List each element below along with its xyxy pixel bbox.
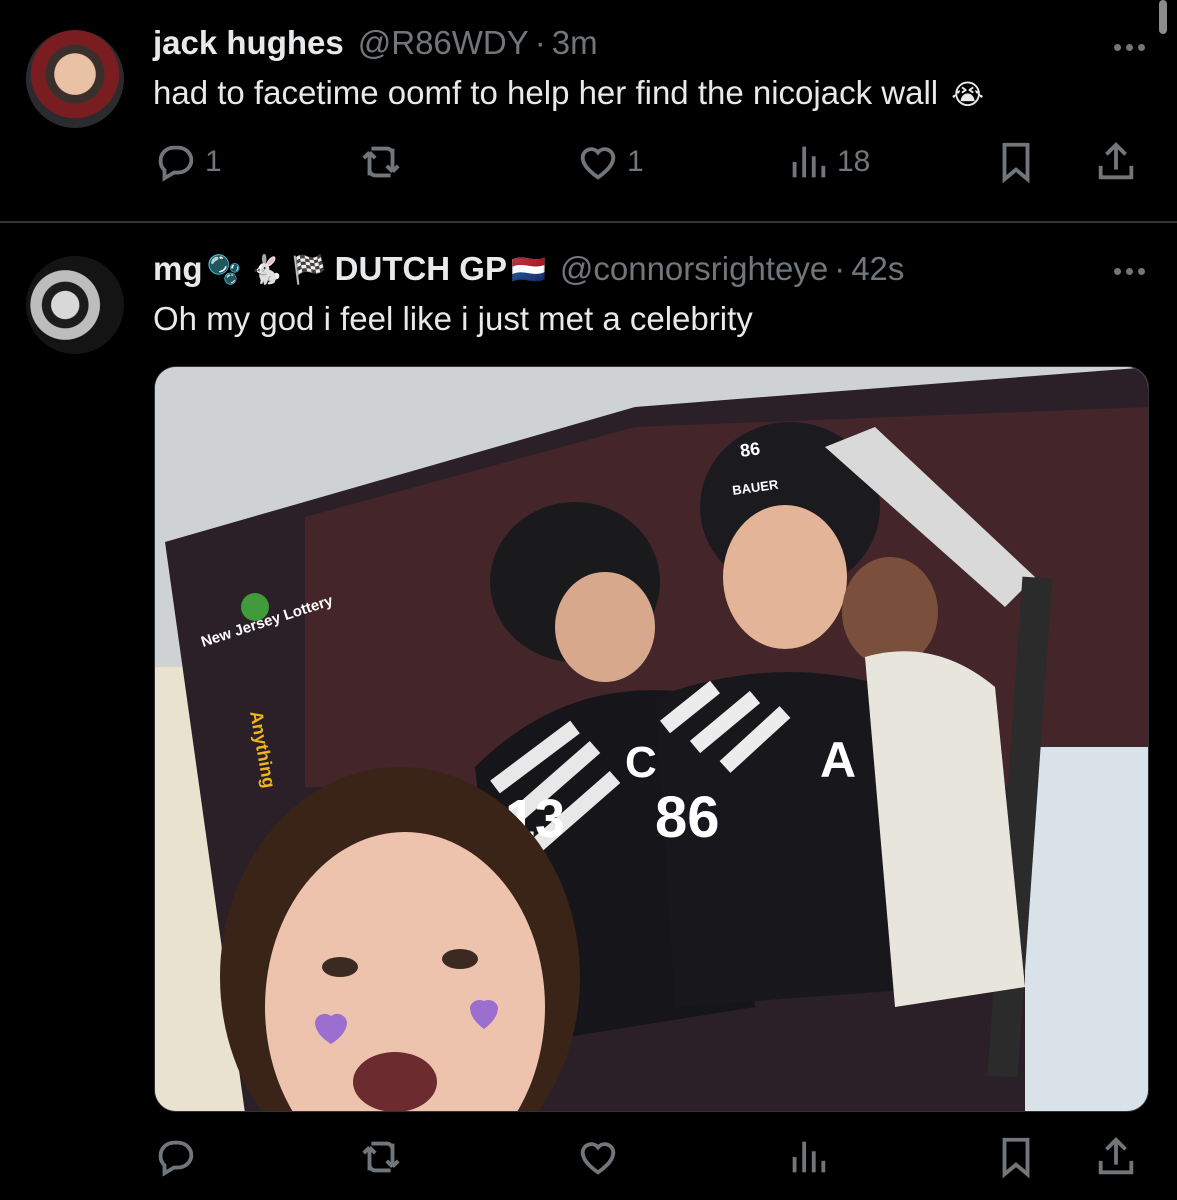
display-name[interactable]: mg: [153, 250, 203, 288]
tweet-header: mg 🫧 🐇 🏁 DUTCH GP 🇳🇱 @connorsrighteye · …: [153, 250, 904, 288]
retweet-button[interactable]: [358, 1134, 410, 1180]
tweet-photo[interactable]: New Jersey Lottery Anything 13 C 86 A BA…: [154, 366, 1149, 1112]
like-button[interactable]: [575, 1134, 627, 1180]
more-icon[interactable]: [1114, 268, 1145, 275]
timestamp[interactable]: 42s: [851, 250, 904, 288]
jersey-number-86: 86: [655, 785, 720, 850]
share-icon: [1098, 1137, 1134, 1175]
reply-button[interactable]: [153, 1134, 205, 1180]
alternate-captain-letter: A: [820, 732, 856, 788]
tweet-actions: [153, 1134, 1143, 1184]
tweet-text-body: Oh my god i feel like i just met a celeb…: [153, 300, 753, 337]
username-handle[interactable]: @connorsrighteye: [560, 250, 828, 288]
reply-icon: [158, 1140, 194, 1177]
display-name-suffix[interactable]: DUTCH GP: [335, 250, 507, 288]
views-icon: [792, 1141, 826, 1173]
heart-icon: [580, 1142, 616, 1175]
helmet-number: 86: [739, 438, 762, 461]
views-button[interactable]: [785, 1134, 837, 1180]
captain-letter: C: [625, 738, 657, 787]
separator: ·: [834, 250, 846, 287]
tweet[interactable]: mg 🫧 🐇 🏁 DUTCH GP 🇳🇱 @connorsrighteye · …: [0, 0, 1177, 1179]
avatar[interactable]: [26, 256, 124, 354]
retweet-icon: [362, 1141, 400, 1173]
bookmark-button[interactable]: [993, 1134, 1039, 1180]
tweet-text: Oh my god i feel like i just met a celeb…: [153, 300, 753, 338]
tweet-divider: [0, 222, 1177, 223]
hockey-wall-photo: New Jersey Lottery Anything 13 C 86 A BA…: [155, 367, 1148, 1111]
bookmark-icon: [1002, 1137, 1030, 1179]
netherlands-flag-icon: 🇳🇱: [511, 253, 546, 285]
name-emojis: 🫧 🐇 🏁: [206, 253, 327, 285]
share-button[interactable]: [1093, 1134, 1139, 1180]
